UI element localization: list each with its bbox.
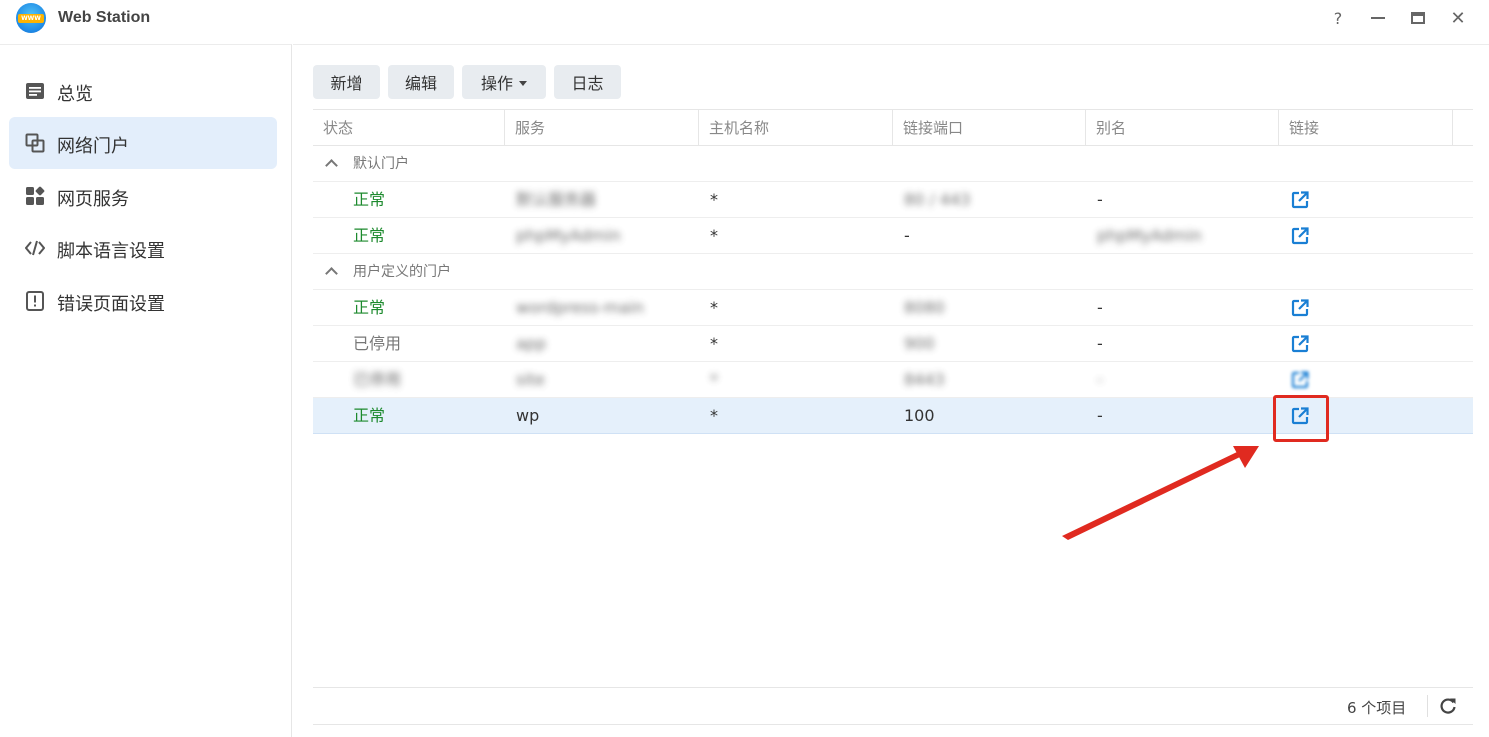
column-header-alias[interactable]: 别名 — [1086, 110, 1279, 146]
service-cell: site — [516, 370, 545, 389]
main-panel: 新增 编辑 操作 日志 状态 服务 主机名称 链接端口 别名 链接 默认门户 正… — [293, 44, 1489, 737]
port-cell: 80 / 443 — [904, 190, 971, 209]
highlight-annotation-box — [1273, 395, 1329, 442]
minimize-icon[interactable] — [1366, 6, 1390, 30]
error-page-icon — [26, 291, 44, 311]
sidebar-item-label: 网页服务 — [57, 189, 129, 210]
window-title: Web Station — [58, 9, 151, 26]
external-link-icon[interactable] — [1291, 335, 1309, 353]
sidebar-item-label: 网络门户 — [57, 136, 129, 157]
port-cell: 900 — [904, 334, 935, 353]
status-cell: 正常 — [353, 406, 386, 425]
table-row[interactable]: 正常 默认服务器 * 80 / 443 - — [313, 182, 1473, 218]
web-station-app-icon: WWW — [16, 3, 46, 33]
status-cell: 正常 — [353, 298, 386, 317]
code-icon — [25, 240, 45, 256]
portal-icon — [25, 133, 45, 153]
app-icon-text: WWW — [21, 15, 41, 22]
edit-button[interactable]: 编辑 — [388, 65, 454, 99]
help-icon[interactable]: ? — [1326, 6, 1350, 30]
table-row[interactable]: 已停用 site * 8443 - — [313, 362, 1473, 398]
service-cell: 默认服务器 — [516, 190, 597, 209]
sidebar-item-web-service[interactable]: 网页服务 — [9, 170, 277, 222]
footer-separator — [1427, 695, 1428, 717]
table-row-selected[interactable]: 正常 wp * 100 - — [313, 395, 1473, 442]
port-cell: 8080 — [904, 298, 945, 317]
column-header-host[interactable]: 主机名称 — [699, 110, 893, 146]
chevron-up-icon[interactable] — [325, 159, 338, 172]
sidebar-item-label: 错误页面设置 — [57, 294, 165, 315]
sidebar-item-label: 总览 — [57, 84, 93, 105]
host-cell: * — [710, 226, 718, 245]
service-cell: wordpress-main — [516, 298, 644, 317]
table-row[interactable]: 正常 phpMyAdmin * - phpMyAdmin — [313, 218, 1473, 254]
host-cell: * — [710, 370, 718, 389]
actions-label: 操作 — [480, 74, 513, 93]
external-link-icon[interactable] — [1291, 299, 1309, 317]
alias-cell: - — [1097, 334, 1103, 353]
overview-icon — [26, 83, 44, 99]
sidebar-item-error-page[interactable]: 错误页面设置 — [9, 275, 277, 327]
title-bar: WWW Web Station ? ✕ — [0, 0, 1489, 38]
alias-cell: - — [1097, 406, 1103, 425]
footer-bottom-border — [313, 724, 1473, 725]
sidebar: 总览 网络门户 网页服务 脚本语言设置 错误页面设置 — [0, 44, 292, 737]
add-button[interactable]: 新增 — [313, 65, 380, 99]
port-cell: - — [904, 226, 910, 245]
sidebar-item-overview[interactable]: 总览 — [9, 65, 277, 117]
service-cell: phpMyAdmin — [516, 226, 621, 245]
caret-down-icon — [519, 80, 527, 86]
external-link-icon[interactable] — [1291, 227, 1309, 245]
group-label: 用户定义的门户 — [353, 264, 451, 280]
host-cell: * — [710, 298, 718, 317]
sidebar-item-script-language[interactable]: 脚本语言设置 — [9, 222, 277, 274]
status-cell: 已停用 — [353, 334, 402, 353]
alias-cell: - — [1097, 190, 1103, 209]
column-header-service[interactable]: 服务 — [505, 110, 699, 146]
group-row-user-defined[interactable]: 用户定义的门户 — [313, 254, 1473, 290]
external-link-icon[interactable] — [1291, 371, 1309, 389]
status-cell: 正常 — [353, 226, 386, 245]
item-count: 6 个项目 — [1347, 699, 1407, 717]
alias-cell: phpMyAdmin — [1097, 226, 1202, 245]
group-label: 默认门户 — [353, 156, 409, 172]
column-header-link[interactable]: 链接 — [1279, 110, 1453, 146]
service-cell: app — [516, 334, 547, 353]
web-station-window: WWW Web Station ? ✕ 总览 网络门户 网页服务 脚本语言设置 … — [0, 0, 1489, 737]
external-link-icon[interactable] — [1291, 191, 1309, 209]
close-icon[interactable]: ✕ — [1446, 6, 1470, 30]
web-service-icon — [26, 186, 45, 205]
actions-dropdown-button[interactable]: 操作 — [462, 65, 546, 99]
port-cell: 100 — [904, 406, 935, 425]
table-header: 状态 服务 主机名称 链接端口 别名 链接 — [313, 109, 1473, 146]
alias-cell: - — [1097, 298, 1103, 317]
table-row[interactable]: 正常 wordpress-main * 8080 - — [313, 290, 1473, 326]
alias-cell: - — [1097, 370, 1103, 389]
refresh-icon[interactable] — [1438, 696, 1458, 716]
column-header-port[interactable]: 链接端口 — [893, 110, 1086, 146]
status-cell: 正常 — [353, 190, 386, 209]
port-cell: 8443 — [904, 370, 945, 389]
log-button[interactable]: 日志 — [554, 65, 621, 99]
column-header-status[interactable]: 状态 — [313, 110, 505, 146]
group-row-default[interactable]: 默认门户 — [313, 146, 1473, 182]
chevron-up-icon[interactable] — [325, 267, 338, 280]
service-cell: wp — [516, 406, 540, 425]
table-row[interactable]: 已停用 app * 900 - — [313, 326, 1473, 362]
host-cell: * — [710, 190, 718, 209]
sidebar-item-label: 脚本语言设置 — [57, 241, 165, 262]
host-cell: * — [710, 406, 718, 425]
sidebar-item-web-portal[interactable]: 网络门户 — [9, 117, 277, 169]
host-cell: * — [710, 334, 718, 353]
footer-divider — [313, 687, 1473, 688]
maximize-icon[interactable] — [1406, 6, 1430, 30]
status-cell: 已停用 — [353, 370, 402, 389]
